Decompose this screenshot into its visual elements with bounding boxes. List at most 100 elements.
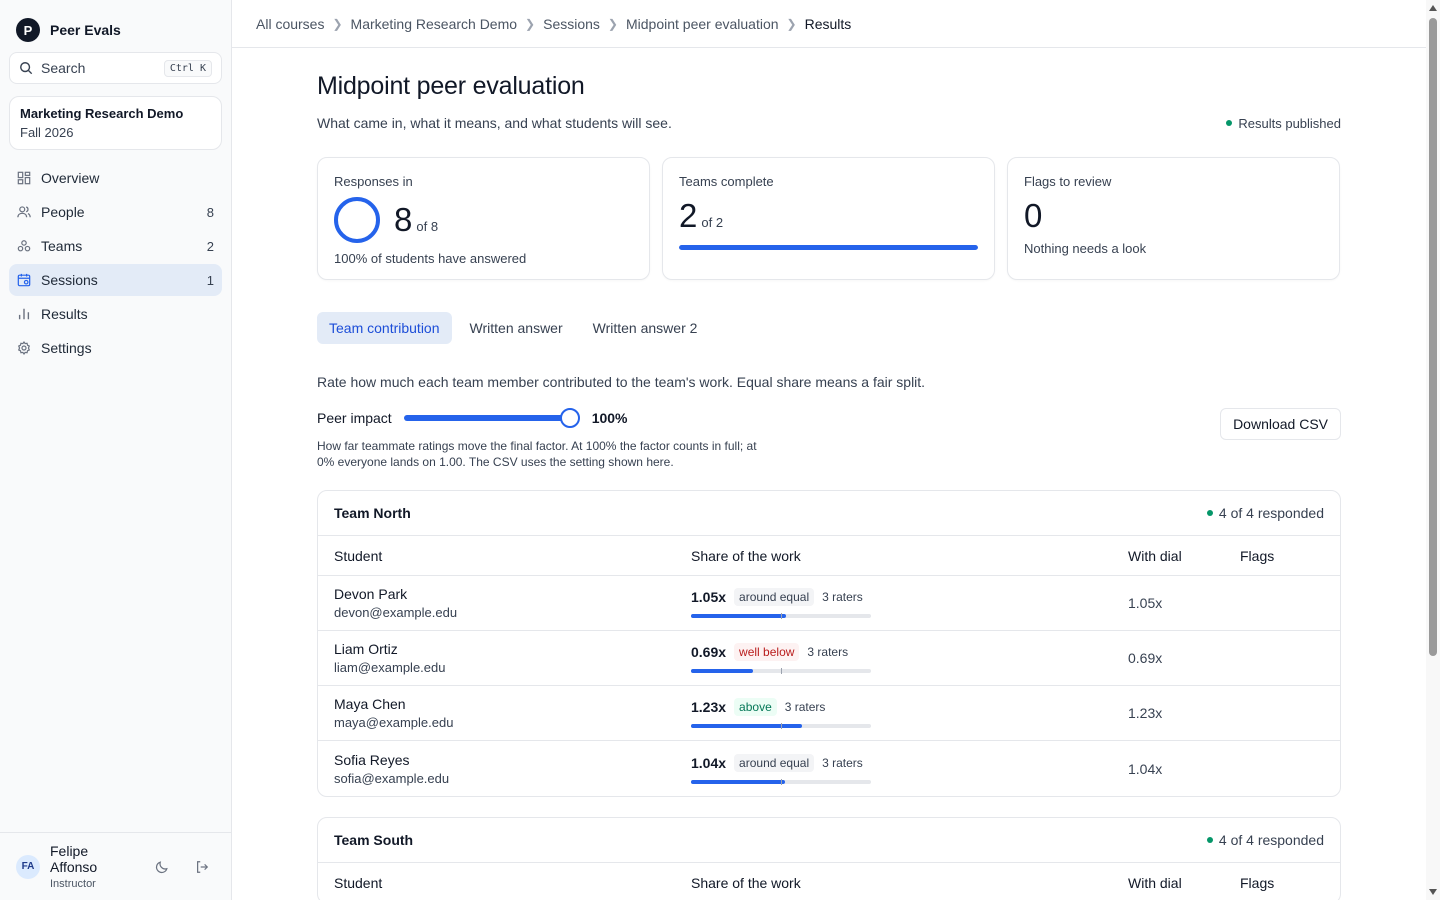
peer-impact-slider[interactable] xyxy=(403,408,580,428)
responses-title: Responses in xyxy=(334,174,413,189)
column-flags: Flags xyxy=(1240,875,1275,891)
sidebar-item-teams[interactable]: Teams 2 xyxy=(9,230,222,262)
teams-progress-bar xyxy=(679,245,978,250)
sidebar-item-settings[interactable]: Settings xyxy=(9,332,222,364)
brand[interactable]: P Peer Evals xyxy=(0,0,231,44)
sidebar-item-count: 2 xyxy=(206,238,214,254)
column-flags: Flags xyxy=(1240,547,1275,564)
responses-value-row: 8 of 8 xyxy=(334,197,633,243)
table-row[interactable]: Liam Ortiz liam@example.edu 0.69x well b… xyxy=(318,631,1340,686)
sidebar-nav: Overview People 8 Teams 2 Sessions 1 Res… xyxy=(0,162,231,364)
sidebar: P Peer Evals Search Ctrl K Marketing Res… xyxy=(0,0,232,900)
breadcrumb-session[interactable]: Midpoint peer evaluation xyxy=(626,16,779,32)
share-bar xyxy=(691,778,871,785)
user-info: Felipe Affonso Instructor xyxy=(50,843,135,890)
contribution-factor: 1.05x xyxy=(691,589,727,605)
column-share: Share of the work xyxy=(691,547,801,564)
sidebar-item-label: Results xyxy=(41,306,88,322)
dial-factor: 1.23x xyxy=(1128,705,1163,721)
share-bar xyxy=(691,668,871,674)
teams-of: of 2 xyxy=(701,215,724,230)
team-header: Team South 4 of 4 responded xyxy=(318,818,1340,863)
scroll-up-icon[interactable] xyxy=(1429,5,1437,11)
bar-chart-icon xyxy=(18,308,30,320)
contribution-factor: 0.69x xyxy=(691,644,727,660)
question-instructions: Rate how much each team member contribut… xyxy=(317,374,926,390)
team-status-text: 4 of 4 responded xyxy=(1218,505,1324,521)
responses-value: 8 xyxy=(394,201,413,238)
flags-foot: Nothing needs a look xyxy=(1024,241,1147,256)
table-row[interactable]: Devon Park devon@example.edu 1.05x aroun… xyxy=(318,576,1340,631)
column-dial: With dial xyxy=(1128,547,1182,564)
responses-of: of 8 xyxy=(416,219,439,234)
student-email: maya@example.edu xyxy=(334,715,454,730)
teams-card: Teams complete 2 of 2 xyxy=(662,157,995,280)
status-dot-icon xyxy=(1226,120,1233,126)
student-name: Liam Ortiz xyxy=(334,641,398,657)
team-header: Team North 4 of 4 responded xyxy=(318,491,1340,536)
slider-track xyxy=(403,415,570,421)
sidebar-item-people[interactable]: People 8 xyxy=(9,196,222,228)
sidebar-item-label: Overview xyxy=(41,170,100,186)
sidebar-item-label: Settings xyxy=(41,340,92,356)
teams-title: Teams complete xyxy=(679,174,774,189)
share-bar xyxy=(691,723,871,729)
theme-toggle-button[interactable] xyxy=(149,854,175,880)
gear-icon xyxy=(17,341,31,355)
sidebar-item-sessions[interactable]: Sessions 1 xyxy=(9,264,222,296)
contribution-tag: well below xyxy=(734,643,800,661)
contribution-factor: 1.04x xyxy=(691,754,727,771)
peer-impact-label: Peer impact xyxy=(317,410,392,426)
flags-value: 0 xyxy=(1024,197,1043,234)
download-csv-button[interactable]: Download CSV xyxy=(1220,408,1341,440)
avatar[interactable]: FA xyxy=(16,854,40,879)
breadcrumb-all-courses[interactable]: All courses xyxy=(256,16,324,32)
share-bar-fill xyxy=(691,614,786,618)
search-label: Search xyxy=(41,60,86,76)
sidebar-item-results[interactable]: Results xyxy=(9,298,222,330)
chevron-right-icon: ❯ xyxy=(607,16,618,31)
scroll-down-icon[interactable] xyxy=(1429,889,1437,895)
people-icon xyxy=(17,206,31,218)
contribution-tag: around equal xyxy=(734,753,815,772)
sidebar-item-label: Teams xyxy=(41,238,83,254)
peer-impact-control: Peer impact 100% xyxy=(317,408,757,428)
tab-team-contribution[interactable]: Team contribution xyxy=(317,312,452,344)
peer-impact-help: How far teammate ratings move the final … xyxy=(317,439,757,469)
equal-share-marker xyxy=(781,778,782,785)
scrollbar[interactable] xyxy=(1426,0,1440,900)
course-switcher[interactable]: Marketing Research Demo Fall 2026 xyxy=(9,96,222,150)
responses-foot: 100% of students have answered xyxy=(334,251,527,266)
teams-icon xyxy=(17,240,31,252)
tab-written-answer[interactable]: Written answer xyxy=(458,312,575,344)
scrollbar-thumb[interactable] xyxy=(1429,18,1437,656)
logout-icon xyxy=(197,860,209,873)
sidebar-item-overview[interactable]: Overview xyxy=(9,162,222,194)
student-email: devon@example.edu xyxy=(334,605,458,620)
calendar-icon xyxy=(17,273,31,287)
dial-factor: 1.04x xyxy=(1128,760,1163,777)
logout-button[interactable] xyxy=(189,854,215,880)
slider-thumb[interactable] xyxy=(559,408,580,428)
team-status: 4 of 4 responded xyxy=(1206,505,1324,521)
raters-count: 3 raters xyxy=(807,645,849,659)
sidebar-item-label: People xyxy=(41,204,85,220)
search-input[interactable]: Search Ctrl K xyxy=(9,52,222,84)
share-bar xyxy=(691,613,871,619)
status-text: Results published xyxy=(1238,115,1341,131)
search-icon xyxy=(20,62,33,75)
responses-card: Responses in 8 of 8 100% of students have… xyxy=(317,157,650,280)
breadcrumb-sessions[interactable]: Sessions xyxy=(543,16,600,32)
team-card: Team South 4 of 4 responded Student Shar… xyxy=(317,817,1341,900)
student-name: Maya Chen xyxy=(334,696,406,712)
main-content: All courses ❯ Marketing Research Demo ❯ … xyxy=(232,0,1426,900)
breadcrumb-course[interactable]: Marketing Research Demo xyxy=(351,16,518,32)
sidebar-item-count: 8 xyxy=(206,204,214,220)
equal-share-marker xyxy=(781,668,782,674)
table-row[interactable]: Sofia Reyes sofia@example.edu 1.04x arou… xyxy=(318,741,1340,796)
team-name: Team North xyxy=(334,505,411,521)
column-student: Student xyxy=(334,547,383,564)
progress-ring xyxy=(334,197,380,243)
table-row[interactable]: Maya Chen maya@example.edu 1.23x above 3… xyxy=(318,686,1340,741)
tab-written-answer-2[interactable]: Written answer 2 xyxy=(581,312,710,344)
